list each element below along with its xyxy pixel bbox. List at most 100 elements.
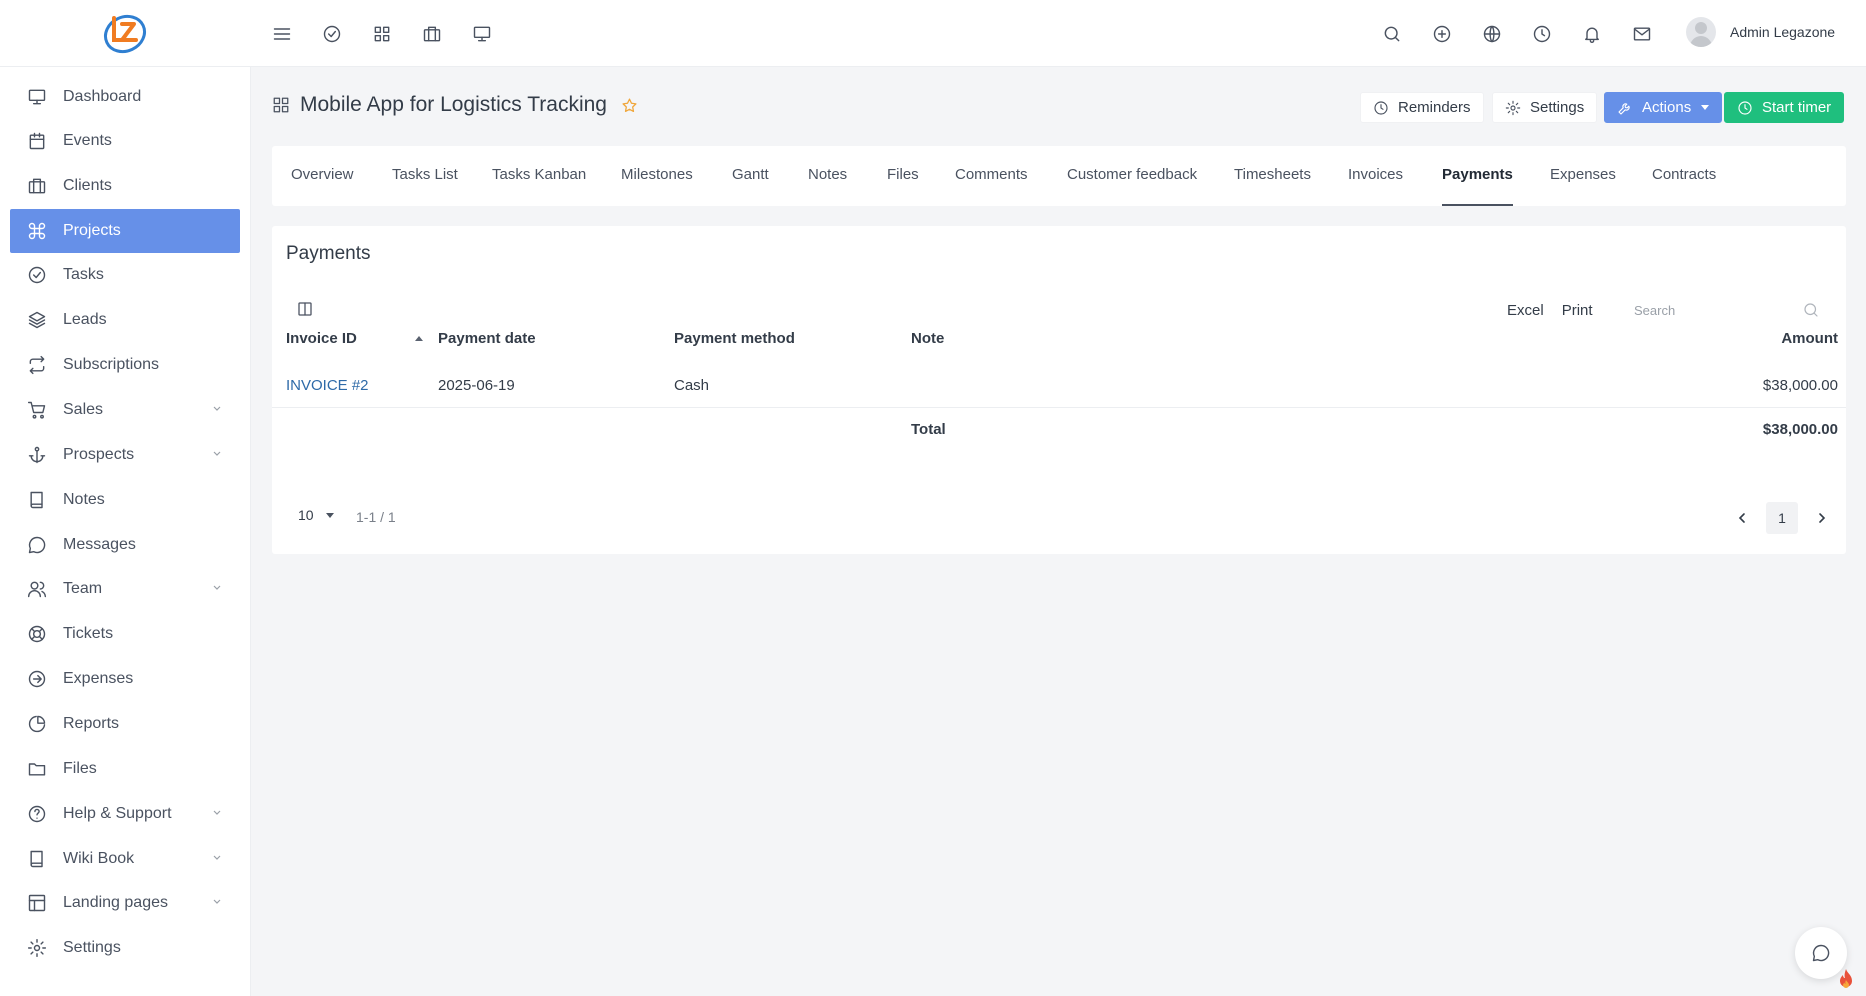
sidebar-item-events[interactable]: Events [10,119,240,163]
tab-tasks-kanban[interactable]: Tasks Kanban [492,146,586,206]
sidebar-item-label: Tasks [63,266,104,283]
sidebar-item-sales[interactable]: Sales [10,388,240,432]
sidebar-item-leads[interactable]: Leads [10,298,240,342]
pagination-info: 1-1 / 1 [356,509,396,525]
sidebar-item-landing-pages[interactable]: Landing pages [10,881,240,925]
tab-overview[interactable]: Overview [291,146,354,206]
chevron-down-icon [212,583,222,593]
invoice-link[interactable]: INVOICE #2 [286,377,369,394]
sidebar-item-notes[interactable]: Notes [10,478,240,522]
sidebar-item-settings[interactable]: Settings [10,926,240,970]
sidebar-item-label: Team [63,580,103,597]
sidebar-item-label: Projects [63,222,121,239]
sidebar-item-label: Reports [63,715,120,732]
check-circle-icon[interactable] [318,20,346,48]
settings-button[interactable]: Settings [1492,92,1598,123]
sidebar-item-files[interactable]: Files [10,747,240,791]
search-icon[interactable] [1378,20,1406,48]
briefcase-icon[interactable] [418,20,446,48]
start-timer-button[interactable]: Start timer [1724,92,1845,123]
grid-icon[interactable] [368,20,396,48]
tab-contracts[interactable]: Contracts [1652,146,1716,206]
sidebar-item-help-support[interactable]: Help & Support [10,792,240,836]
grid-icon [272,96,290,114]
briefcase-icon [26,175,48,197]
gear-icon [1505,100,1521,115]
pie-chart-icon [26,713,48,735]
sort-asc-icon[interactable] [415,336,423,341]
project-tabs: Overview Tasks List Tasks Kanban Milesto… [272,146,1846,206]
sidebar-item-label: Clients [63,177,112,194]
logo[interactable] [100,10,150,56]
col-payment-method[interactable]: Payment method [674,316,795,362]
tab-expenses[interactable]: Expenses [1550,146,1616,206]
cart-icon [26,399,48,421]
page-size-value: 10 [298,507,314,523]
col-payment-date[interactable]: Payment date [438,316,536,362]
clock-icon [1374,100,1388,115]
tab-gantt[interactable]: Gantt [732,146,769,206]
menu-toggle-icon[interactable] [268,20,296,48]
sidebar-item-label: Messages [63,536,136,553]
user-name: Admin Legazone [1730,24,1836,40]
check-circle-icon [26,264,48,286]
monitor-icon[interactable] [468,20,496,48]
tab-timesheets[interactable]: Timesheets [1234,146,1311,206]
sidebar-item-wiki-book[interactable]: Wiki Book [10,837,240,881]
wrench-icon [1618,102,1630,115]
tab-comments[interactable]: Comments [955,146,1028,206]
sidebar-item-clients[interactable]: Clients [10,164,240,208]
star-icon[interactable] [621,97,638,114]
sidebar-item-messages[interactable]: Messages [10,523,240,567]
actions-button[interactable]: Actions [1604,92,1723,123]
tab-tasks-list[interactable]: Tasks List [392,146,458,206]
user-menu[interactable]: Admin Legazone [1686,17,1835,47]
bell-icon[interactable] [1578,20,1606,48]
col-invoice-id[interactable]: Invoice ID [286,316,357,362]
globe-icon[interactable] [1478,20,1506,48]
life-buoy-icon [26,623,48,645]
tab-customer-feedback[interactable]: Customer feedback [1067,146,1197,206]
sidebar-item-label: Wiki Book [63,850,135,867]
prev-page-button[interactable] [1726,502,1758,534]
sidebar-item-dashboard[interactable]: Dashboard [10,75,240,119]
invoice-id-cell[interactable]: INVOICE #2 [286,364,369,408]
amount-cell: $38,000.00 [1762,377,1838,394]
tab-payments[interactable]: Payments [1442,146,1513,206]
tab-files[interactable]: Files [887,146,919,206]
next-page-button[interactable] [1806,502,1838,534]
col-amount[interactable]: Amount [1781,316,1838,362]
arrow-circle-icon [26,668,48,690]
chevron-down-icon [212,808,222,818]
message-icon [26,534,48,556]
anchor-icon [26,444,48,466]
sidebar-item-tickets[interactable]: Tickets [10,612,240,656]
col-note[interactable]: Note [911,316,944,362]
clock-icon[interactable] [1528,20,1556,48]
reminders-button[interactable]: Reminders [1360,92,1484,123]
sidebar-item-team[interactable]: Team [10,567,240,611]
settings-label: Settings [1530,99,1585,116]
page-header: Mobile App for Logistics Tracking [272,93,638,117]
fire-icon[interactable] [1836,968,1860,992]
table-row: INVOICE #2 2025-06-19 Cash $38,000.00 [272,364,1846,408]
sidebar-item-tasks[interactable]: Tasks [10,253,240,297]
reminders-label: Reminders [1398,99,1471,116]
sidebar-item-reports[interactable]: Reports [10,702,240,746]
page-button-current[interactable]: 1 [1766,502,1798,534]
sidebar-item-label: Dashboard [63,88,142,105]
sidebar-item-subscriptions[interactable]: Subscriptions [10,343,240,387]
sidebar-item-projects[interactable]: Projects [10,209,240,253]
mail-icon[interactable] [1628,20,1656,48]
sidebar-item-label: Sales [63,401,104,418]
sidebar-item-expenses[interactable]: Expenses [10,657,240,701]
chevron-down-icon [212,449,222,459]
sidebar-item-prospects[interactable]: Prospects [10,433,240,477]
tab-invoices[interactable]: Invoices [1348,146,1403,206]
page-size-select[interactable]: 10 [298,507,334,523]
tab-milestones[interactable]: Milestones [621,146,693,206]
sidebar: Dashboard Events Clients Projects Tasks … [0,67,251,996]
plus-circle-icon[interactable] [1428,20,1456,48]
tab-notes[interactable]: Notes [808,146,847,206]
sidebar-item-label: Leads [63,311,107,328]
